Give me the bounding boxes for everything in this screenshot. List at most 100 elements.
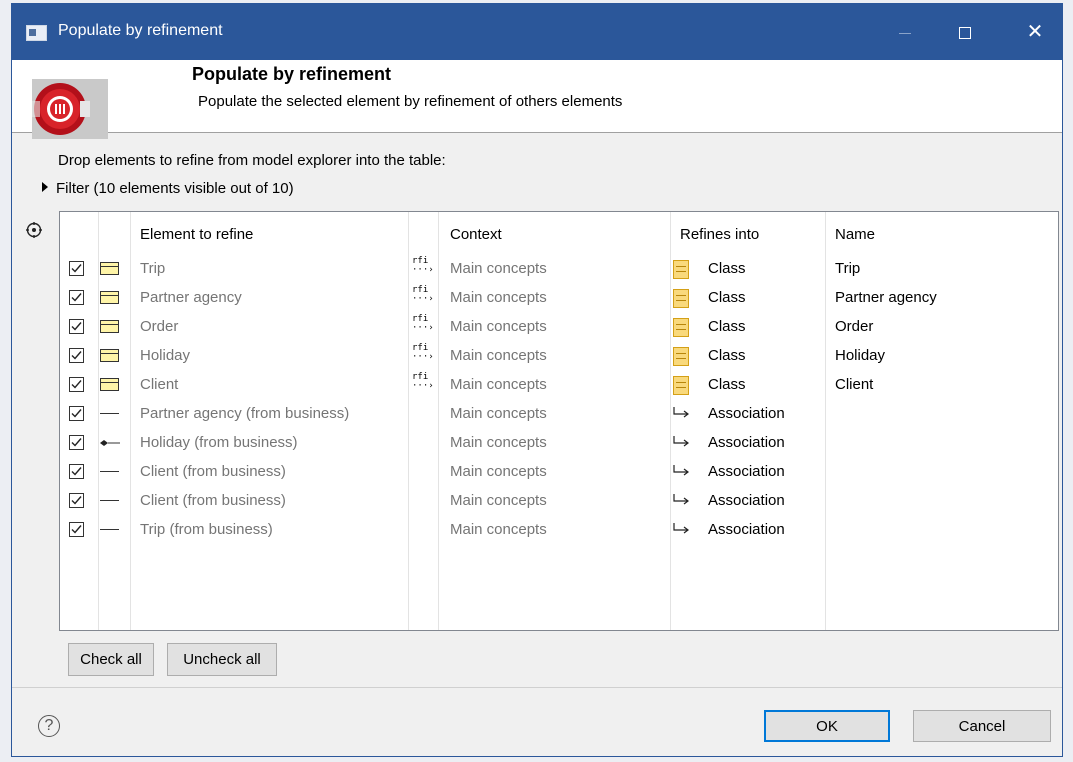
table-row[interactable]: Order rfi ···› Main concepts Class Order xyxy=(60,314,1058,343)
class-icon xyxy=(673,318,689,337)
context-cell: Main concepts xyxy=(450,492,547,509)
context-cell: Main concepts xyxy=(450,463,547,480)
banner-subtitle: Populate the selected element by refinem… xyxy=(198,93,623,110)
close-button[interactable]: ✕ xyxy=(1012,14,1058,50)
table-row[interactable]: Trip (from business) Main concepts Associa… xyxy=(60,517,1058,546)
context-cell: Main concepts xyxy=(450,289,547,306)
refines-into-cell: Association xyxy=(708,434,785,451)
element-cell: Order xyxy=(140,318,179,335)
table-row[interactable]: Client (from business) Main concepts Assoc… xyxy=(60,488,1058,517)
banner-title: Populate by refinement xyxy=(192,64,392,84)
cancel-button[interactable]: Cancel xyxy=(913,710,1051,742)
element-cell: Partner agency xyxy=(140,289,242,306)
class-icon xyxy=(673,289,689,308)
name-cell[interactable]: Partner agency xyxy=(835,289,937,306)
header-banner: Populate by refinement Populate the sele… xyxy=(12,60,1062,139)
filter-toggle[interactable]: Filter (10 elements visible out of 10) xyxy=(42,180,294,197)
column-header-element[interactable]: Element to refine xyxy=(140,226,253,243)
table-row[interactable]: Holiday (from business) Main concepts Asso… xyxy=(60,430,1058,459)
refines-into-cell: Association xyxy=(708,463,785,480)
row-checkbox[interactable] xyxy=(69,522,84,537)
table-row[interactable]: Partner agency rfi ···› Main concepts Class P… xyxy=(60,285,1058,314)
row-checkbox[interactable] xyxy=(69,290,84,305)
name-cell[interactable]: Client xyxy=(835,376,873,393)
refinement-stereotype-icon: rfi ···› xyxy=(412,285,434,304)
row-checkbox[interactable] xyxy=(69,435,84,450)
name-cell[interactable]: Trip xyxy=(835,260,860,277)
refinement-stereotype-icon: rfi ···› xyxy=(412,372,434,391)
table-row[interactable]: Holiday rfi ···› Main concepts Class Holiday xyxy=(60,343,1058,372)
refinement-table[interactable]: Element to refine Context Refines into N… xyxy=(59,211,1059,631)
context-cell: Main concepts xyxy=(450,318,547,335)
element-cell: Trip (from business) xyxy=(140,521,273,538)
help-icon[interactable]: ? xyxy=(38,715,60,737)
window-title: Populate by refinement xyxy=(58,22,223,39)
element-cell: Partner agency (from business) xyxy=(140,405,350,422)
class-icon xyxy=(100,320,119,333)
class-icon xyxy=(673,260,689,279)
class-icon xyxy=(100,291,119,304)
row-checkbox[interactable] xyxy=(69,319,84,334)
refines-into-cell: Class xyxy=(708,376,746,393)
modelio-logo-icon xyxy=(32,79,108,139)
instruction-text: Drop elements to refine from model explo… xyxy=(58,152,446,169)
table-row[interactable]: Partner agency (from business) Main conce… xyxy=(60,401,1058,430)
name-cell[interactable]: Holiday xyxy=(835,347,885,364)
refinement-stereotype-icon: rfi ···› xyxy=(412,314,434,333)
refines-into-cell: Class xyxy=(708,318,746,335)
row-checkbox[interactable] xyxy=(69,261,84,276)
minimize-button[interactable] xyxy=(882,14,928,50)
composition-icon xyxy=(100,440,120,446)
row-checkbox[interactable] xyxy=(69,493,84,508)
check-all-button[interactable]: Check all xyxy=(68,643,154,676)
refines-into-cell: Association xyxy=(708,492,785,509)
minimize-icon xyxy=(899,32,911,34)
class-icon xyxy=(100,349,119,362)
ok-button[interactable]: OK xyxy=(764,710,890,742)
association-icon xyxy=(100,500,119,501)
column-header-name[interactable]: Name xyxy=(835,226,875,243)
column-header-context[interactable]: Context xyxy=(450,226,502,243)
association-arrow-icon xyxy=(673,494,689,505)
class-icon xyxy=(100,262,119,275)
class-icon xyxy=(100,378,119,391)
maximize-button[interactable] xyxy=(942,14,988,50)
class-icon xyxy=(673,376,689,395)
table-row[interactable]: Trip rfi ···› Main concepts Class Trip xyxy=(60,256,1058,285)
column-header-refines-into[interactable]: Refines into xyxy=(680,226,759,243)
association-arrow-icon xyxy=(673,436,689,447)
element-cell: Client (from business) xyxy=(140,492,286,509)
element-cell: Trip xyxy=(140,260,166,277)
dialog-window: Populate by refinement ✕ Populate by ref… xyxy=(11,3,1063,757)
refinement-stereotype-icon: rfi ···› xyxy=(412,343,434,362)
association-arrow-icon xyxy=(673,523,689,534)
context-cell: Main concepts xyxy=(450,434,547,451)
row-checkbox[interactable] xyxy=(69,406,84,421)
name-cell[interactable]: Order xyxy=(835,318,873,335)
footer-divider xyxy=(12,687,1062,688)
table-row[interactable]: Client rfi ···› Main concepts Class Client xyxy=(60,372,1058,401)
element-cell: Holiday xyxy=(140,347,191,364)
row-checkbox[interactable] xyxy=(69,348,84,363)
refinement-stereotype-icon: rfi ···› xyxy=(412,256,434,275)
refines-into-cell: Class xyxy=(708,347,746,364)
association-icon xyxy=(100,413,119,414)
refines-into-cell: Association xyxy=(708,405,785,422)
element-cell: Client xyxy=(140,376,179,393)
app-window-icon xyxy=(26,25,47,41)
association-arrow-icon xyxy=(673,465,689,476)
class-icon xyxy=(673,347,689,366)
context-cell: Main concepts xyxy=(450,347,547,364)
row-checkbox[interactable] xyxy=(69,377,84,392)
title-bar[interactable]: Populate by refinement ✕ xyxy=(12,4,1062,60)
element-cell: Holiday (from business) xyxy=(140,434,298,451)
context-cell: Main concepts xyxy=(450,260,547,277)
refines-into-cell: Association xyxy=(708,521,785,538)
target-icon[interactable] xyxy=(26,222,42,238)
maximize-icon xyxy=(959,27,971,40)
association-icon xyxy=(100,529,119,530)
row-checkbox[interactable] xyxy=(69,464,84,479)
uncheck-all-button[interactable]: Uncheck all xyxy=(167,643,277,676)
table-row[interactable]: Client (from business) Main concepts Assoc… xyxy=(60,459,1058,488)
refines-into-cell: Class xyxy=(708,289,746,306)
